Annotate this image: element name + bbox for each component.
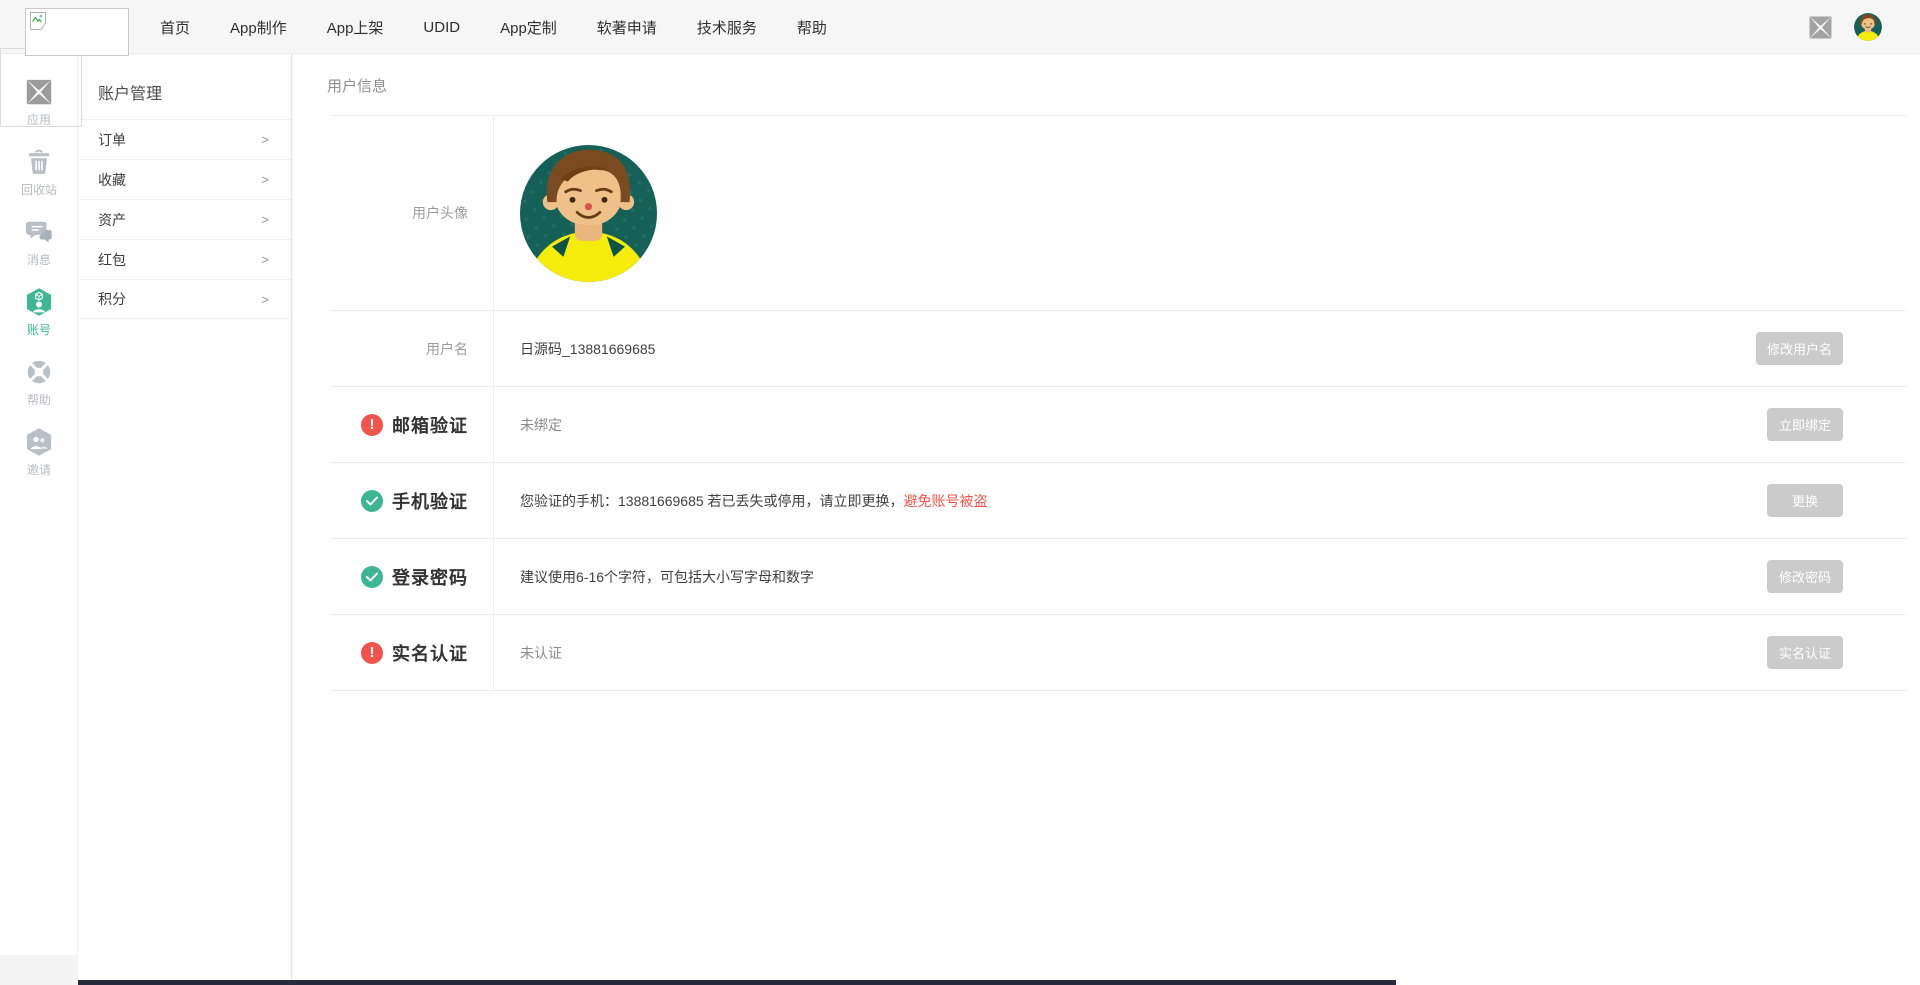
sidebar-item-favorites[interactable]: 收藏 > bbox=[78, 159, 291, 199]
nav-item-app-custom[interactable]: App定制 bbox=[480, 17, 577, 38]
realname-status-value: 未认证 bbox=[520, 643, 562, 663]
rail-item-invite[interactable]: 邀请 bbox=[0, 417, 78, 487]
rail-item-recycle-bin[interactable]: 回收站 bbox=[0, 137, 78, 207]
rail-item-help[interactable]: 帮助 bbox=[0, 347, 78, 417]
help-ring-icon bbox=[24, 357, 54, 387]
sidebar-item-points[interactable]: 积分 > bbox=[78, 279, 291, 319]
app-grid-icon bbox=[24, 77, 54, 107]
trash-icon bbox=[24, 147, 54, 177]
topnav-right-group bbox=[1807, 0, 1882, 54]
username-value: 日源码_13881669685 bbox=[520, 339, 655, 359]
row-realname-auth: ! 实名认证 未认证 实名认证 bbox=[331, 615, 1906, 691]
rail-label-help: 帮助 bbox=[27, 391, 51, 408]
check-icon bbox=[361, 490, 383, 512]
change-phone-button[interactable]: 更换 bbox=[1767, 484, 1843, 517]
row-username: 用户名 日源码_13881669685 修改用户名 bbox=[331, 311, 1906, 387]
chevron-right-icon: > bbox=[261, 172, 269, 187]
site-logo[interactable] bbox=[25, 8, 129, 56]
user-info-panel: 用户信息 用户头像 bbox=[293, 54, 1920, 985]
nav-item-tech-service[interactable]: 技术服务 bbox=[677, 17, 777, 38]
change-password-button[interactable]: 修改密码 bbox=[1767, 560, 1843, 593]
left-icon-rail: 应用 回收站 消息 账号 帮助 bbox=[0, 54, 78, 955]
sidebar-item-label: 资产 bbox=[98, 210, 126, 230]
top-nav-menu: 首页 App制作 App上架 UDID App定制 软著申请 技术服务 帮助 bbox=[140, 0, 847, 54]
sidebar-item-label: 红包 bbox=[98, 250, 126, 270]
realname-auth-title: 实名认证 bbox=[392, 640, 468, 666]
sidebar-item-red-packet[interactable]: 红包 > bbox=[78, 239, 291, 279]
sidebar-item-label: 积分 bbox=[98, 289, 126, 309]
realname-auth-button[interactable]: 实名认证 bbox=[1767, 636, 1843, 669]
row-avatar: 用户头像 bbox=[331, 116, 1906, 311]
password-hint-value: 建议使用6-16个字符，可包括大小写字母和数字 bbox=[520, 567, 814, 587]
row-email-verification: ! 邮箱验证 未绑定 立即绑定 bbox=[331, 387, 1906, 463]
chevron-right-icon: > bbox=[261, 212, 269, 227]
error-icon: ! bbox=[361, 642, 383, 664]
rail-item-account[interactable]: 账号 bbox=[0, 277, 78, 347]
rail-label-messages: 消息 bbox=[27, 251, 51, 268]
page-title: 用户信息 bbox=[293, 54, 1920, 115]
check-icon bbox=[361, 566, 383, 588]
chevron-right-icon: > bbox=[261, 292, 269, 307]
avatar-row-label: 用户头像 bbox=[412, 203, 468, 223]
nav-item-help[interactable]: 帮助 bbox=[777, 17, 847, 38]
nav-item-app-make[interactable]: App制作 bbox=[210, 17, 307, 38]
rail-item-apps[interactable]: 应用 bbox=[0, 67, 78, 137]
sidebar-item-label: 收藏 bbox=[98, 170, 126, 190]
account-sidebar: 账户管理 订单 > 收藏 > 资产 > 红包 > 积分 > bbox=[78, 54, 292, 985]
sidebar-item-assets[interactable]: 资产 > bbox=[78, 199, 291, 239]
rail-label-account: 账号 bbox=[27, 321, 51, 338]
rail-item-messages[interactable]: 消息 bbox=[0, 207, 78, 277]
message-icon bbox=[24, 217, 54, 247]
nav-item-udid[interactable]: UDID bbox=[403, 19, 480, 36]
rail-label-invite: 邀请 bbox=[27, 461, 51, 478]
app-grid-icon[interactable] bbox=[1807, 14, 1834, 41]
chevron-right-icon: > bbox=[261, 132, 269, 147]
email-status-value: 未绑定 bbox=[520, 415, 562, 435]
sidebar-title: 账户管理 bbox=[78, 54, 291, 119]
top-navbar: 首页 App制作 App上架 UDID App定制 软著申请 技术服务 帮助 bbox=[0, 0, 1920, 54]
invite-icon bbox=[24, 427, 54, 457]
row-phone-verification: 手机验证 您验证的手机：13881669685 若已丢失或停用，请立即更换，避免… bbox=[331, 463, 1906, 539]
user-info-table: 用户头像 bbox=[331, 115, 1906, 691]
broken-image-icon bbox=[30, 12, 46, 30]
email-verification-title: 邮箱验证 bbox=[392, 412, 468, 438]
footer-bar bbox=[78, 980, 1396, 985]
phone-warning-text: 避免账号被盗 bbox=[904, 491, 988, 511]
login-password-title: 登录密码 bbox=[392, 564, 468, 590]
sidebar-item-orders[interactable]: 订单 > bbox=[78, 119, 291, 159]
rail-label-recycle-bin: 回收站 bbox=[21, 181, 57, 198]
account-icon bbox=[24, 287, 54, 317]
nav-item-home[interactable]: 首页 bbox=[140, 17, 210, 38]
user-avatar[interactable] bbox=[1854, 13, 1882, 41]
nav-item-app-publish[interactable]: App上架 bbox=[307, 17, 404, 38]
sidebar-item-label: 订单 bbox=[98, 130, 126, 150]
phone-status-value: 您验证的手机：13881669685 若已丢失或停用，请立即更换， bbox=[520, 491, 904, 511]
username-row-label: 用户名 bbox=[426, 339, 468, 359]
rail-label-apps: 应用 bbox=[27, 111, 51, 128]
bind-email-button[interactable]: 立即绑定 bbox=[1767, 408, 1843, 441]
change-username-button[interactable]: 修改用户名 bbox=[1756, 332, 1843, 365]
user-avatar-image bbox=[520, 145, 657, 282]
row-login-password: 登录密码 建议使用6-16个字符，可包括大小写字母和数字 修改密码 bbox=[331, 539, 1906, 615]
error-icon: ! bbox=[361, 414, 383, 436]
chevron-right-icon: > bbox=[261, 252, 269, 267]
nav-item-copyright[interactable]: 软著申请 bbox=[577, 17, 677, 38]
phone-verification-title: 手机验证 bbox=[392, 488, 468, 514]
